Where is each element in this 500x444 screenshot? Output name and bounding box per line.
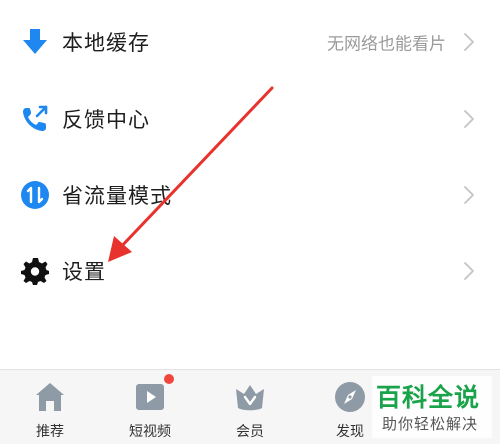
menu-item-label: 省流量模式 — [62, 184, 172, 208]
chevron-right-icon — [464, 262, 474, 280]
tab-recommend[interactable]: 推荐 — [0, 370, 100, 444]
phone-feedback-icon — [23, 105, 48, 131]
menu-item-data-saver[interactable]: 省流量模式 — [0, 157, 500, 233]
menu-item-label: 反馈中心 — [62, 108, 150, 132]
menu-item-label: 设置 — [62, 260, 106, 284]
gear-icon — [21, 258, 49, 285]
tab-vip[interactable]: 会员 — [200, 370, 300, 444]
menu-item-local-cache[interactable]: 本地缓存 无网络也能看片 — [0, 4, 500, 80]
download-arrow-icon — [23, 29, 47, 54]
menu-item-settings[interactable]: 设置 — [0, 233, 500, 309]
menu-item-feedback-center[interactable]: 反馈中心 — [0, 81, 500, 157]
data-saver-icon — [21, 181, 49, 209]
watermark-subtitle: 助你轻松解决 — [382, 415, 479, 433]
chevron-right-icon — [464, 33, 474, 51]
screen: 本地缓存 无网络也能看片 反馈中心 省流量模式 设置 推荐 短视频 会员 发现 … — [0, 0, 500, 444]
watermark: 百科全说 助你轻松解决 — [372, 376, 492, 438]
menu-item-label: 本地缓存 — [62, 31, 150, 55]
home-icon — [36, 383, 64, 411]
watermark-title: 百科全说 — [376, 383, 481, 412]
tab-label: 推荐 — [36, 424, 64, 440]
menu-item-hint: 无网络也能看片 — [327, 34, 446, 55]
tab-short-video[interactable]: 短视频 — [100, 370, 200, 444]
chevron-right-icon — [464, 186, 474, 204]
chevron-right-icon — [464, 110, 474, 128]
crown-icon — [236, 385, 264, 411]
notification-dot — [164, 374, 174, 384]
tab-label: 会员 — [236, 424, 264, 440]
video-play-icon — [136, 384, 164, 410]
tab-label: 短视频 — [129, 424, 171, 440]
compass-icon — [335, 382, 365, 412]
